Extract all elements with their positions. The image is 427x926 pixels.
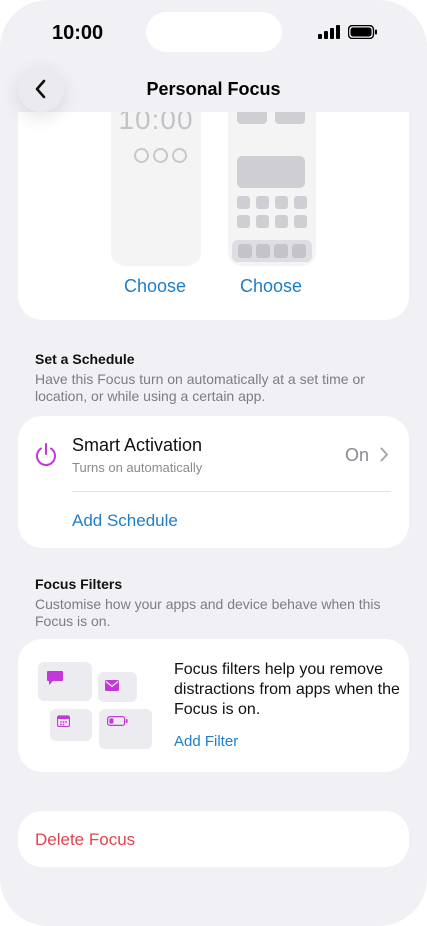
schedule-card: Smart Activation Turns on automatically … xyxy=(18,416,409,548)
calendar-icon xyxy=(57,715,70,727)
schedule-section-title: Set a Schedule xyxy=(35,351,135,367)
signal-icon xyxy=(318,25,340,39)
smart-activation-subtitle: Turns on automatically xyxy=(72,460,203,475)
battery-low-icon xyxy=(107,716,128,726)
choose-home-screen-button[interactable]: Choose xyxy=(240,276,302,297)
choose-lock-screen-button[interactable]: Choose xyxy=(124,276,186,297)
navigation-bar: Personal Focus xyxy=(0,60,427,112)
chevron-right-icon xyxy=(380,447,388,462)
phone-screen: 10:00 10:00 Choose Choose Personal Focus… xyxy=(0,0,427,926)
divider xyxy=(72,491,391,492)
smart-activation-value: On xyxy=(344,445,369,465)
schedule-section-description: Have this Focus turn on automatically at… xyxy=(35,371,365,404)
filter-tile xyxy=(98,672,137,702)
battery-icon xyxy=(348,25,377,39)
lock-screen-widgets xyxy=(134,148,187,163)
dock xyxy=(232,240,312,262)
app-icon-grid xyxy=(237,196,307,228)
status-time: 10:00 xyxy=(52,22,104,44)
power-icon xyxy=(36,443,56,466)
delete-focus-button[interactable]: Delete Focus xyxy=(18,811,409,867)
dynamic-island xyxy=(146,12,282,52)
focus-filters-description: Focus filters help you remove distractio… xyxy=(174,661,400,718)
page-title: Personal Focus xyxy=(146,79,281,99)
filters-section-description: Customise how your apps and device behav… xyxy=(35,596,381,629)
delete-focus-label: Delete Focus xyxy=(35,830,136,849)
add-schedule-button[interactable]: Add Schedule xyxy=(72,511,178,531)
filters-section-title: Focus Filters xyxy=(35,576,123,592)
smart-activation-row[interactable]: Smart Activation Turns on automatically … xyxy=(18,416,409,491)
mail-icon xyxy=(105,680,119,691)
message-icon xyxy=(47,671,63,685)
filter-tile xyxy=(38,662,92,701)
widget-placeholder xyxy=(237,156,305,188)
focus-filters-card: Focus filters help you remove distractio… xyxy=(18,639,409,772)
smart-activation-title: Smart Activation xyxy=(72,435,203,455)
filter-tile xyxy=(50,709,92,741)
add-filter-button[interactable]: Add Filter xyxy=(174,733,238,750)
filter-tile xyxy=(99,709,152,749)
